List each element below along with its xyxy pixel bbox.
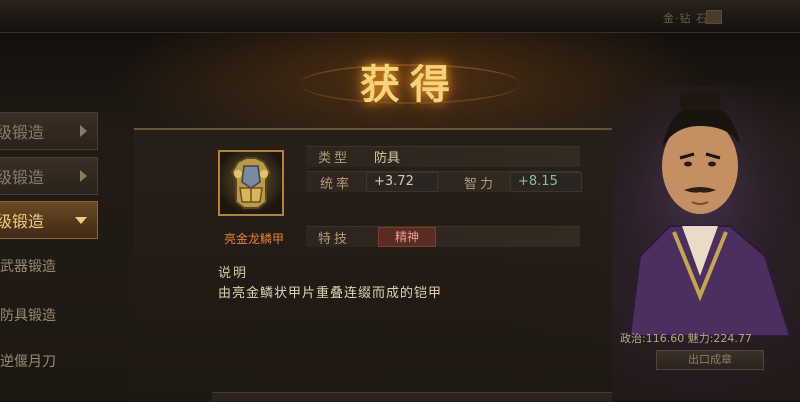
skill-value: 精神 <box>394 230 419 244</box>
type-label: 类型 <box>318 151 351 166</box>
item-icon-frame[interactable] <box>218 150 284 216</box>
character-portrait <box>600 86 800 337</box>
chevron-down-icon <box>75 216 87 224</box>
stat-label-intelligence: 智力 <box>464 177 497 192</box>
type-value: 防具 <box>374 151 401 166</box>
sub-item-label: 逆偃月刀 <box>0 354 56 370</box>
description-title: 说明 <box>218 266 249 281</box>
dialog-title: 获得 <box>360 61 460 108</box>
armor-icon <box>230 157 272 209</box>
chevron-right-icon <box>80 170 87 182</box>
menu-item-forge-3[interactable]: 级锻造 <box>0 201 98 239</box>
menu-item-label: 级锻造 <box>0 212 45 231</box>
skill-tag[interactable]: 精神 <box>378 227 436 247</box>
sub-item-label: 防具锻造 <box>0 308 56 324</box>
stat-value-intelligence: +8.15 <box>518 174 558 189</box>
character-skill-button[interactable]: 出口成章 <box>656 350 764 370</box>
sub-item-blade[interactable]: 逆偃月刀 <box>0 351 98 371</box>
stat-value-command: +3.72 <box>374 174 414 189</box>
stat-label-command: 统率 <box>320 177 353 192</box>
skill-label: 特技 <box>318 232 351 247</box>
currency-icon <box>706 10 722 24</box>
item-name: 亮金龙鳞甲 <box>223 232 284 246</box>
item-panel: 亮金龙鳞甲 类型 防具 统率 +3.72 智力 +8.15 特技 精神 说明 由… <box>134 128 612 402</box>
character-stats: 政治:116.60 魅力:224.77 <box>620 332 752 345</box>
menu-item-label: 级锻造 <box>0 123 45 142</box>
menu-item-forge-2[interactable]: 级锻造 <box>0 157 98 195</box>
sub-item-weapon-forge[interactable]: 武器锻造 <box>0 256 98 276</box>
character-figure <box>600 86 800 337</box>
description-text: 由亮金鳞状甲片重叠连缀而成的铠甲 <box>218 286 443 301</box>
character-skill-label: 出口成章 <box>688 353 732 366</box>
top-bar: 金·钻 石 <box>0 0 800 33</box>
menu-item-label: 级锻造 <box>0 168 45 187</box>
sub-item-label: 武器锻造 <box>0 259 56 275</box>
currency-display: 金·钻 石 <box>663 12 708 25</box>
title-banner: 获得 <box>300 46 520 116</box>
menu-item-forge-1[interactable]: 级锻造 <box>0 112 98 150</box>
chevron-right-icon <box>80 125 87 137</box>
sub-item-armor-forge[interactable]: 防具锻造 <box>0 305 98 325</box>
